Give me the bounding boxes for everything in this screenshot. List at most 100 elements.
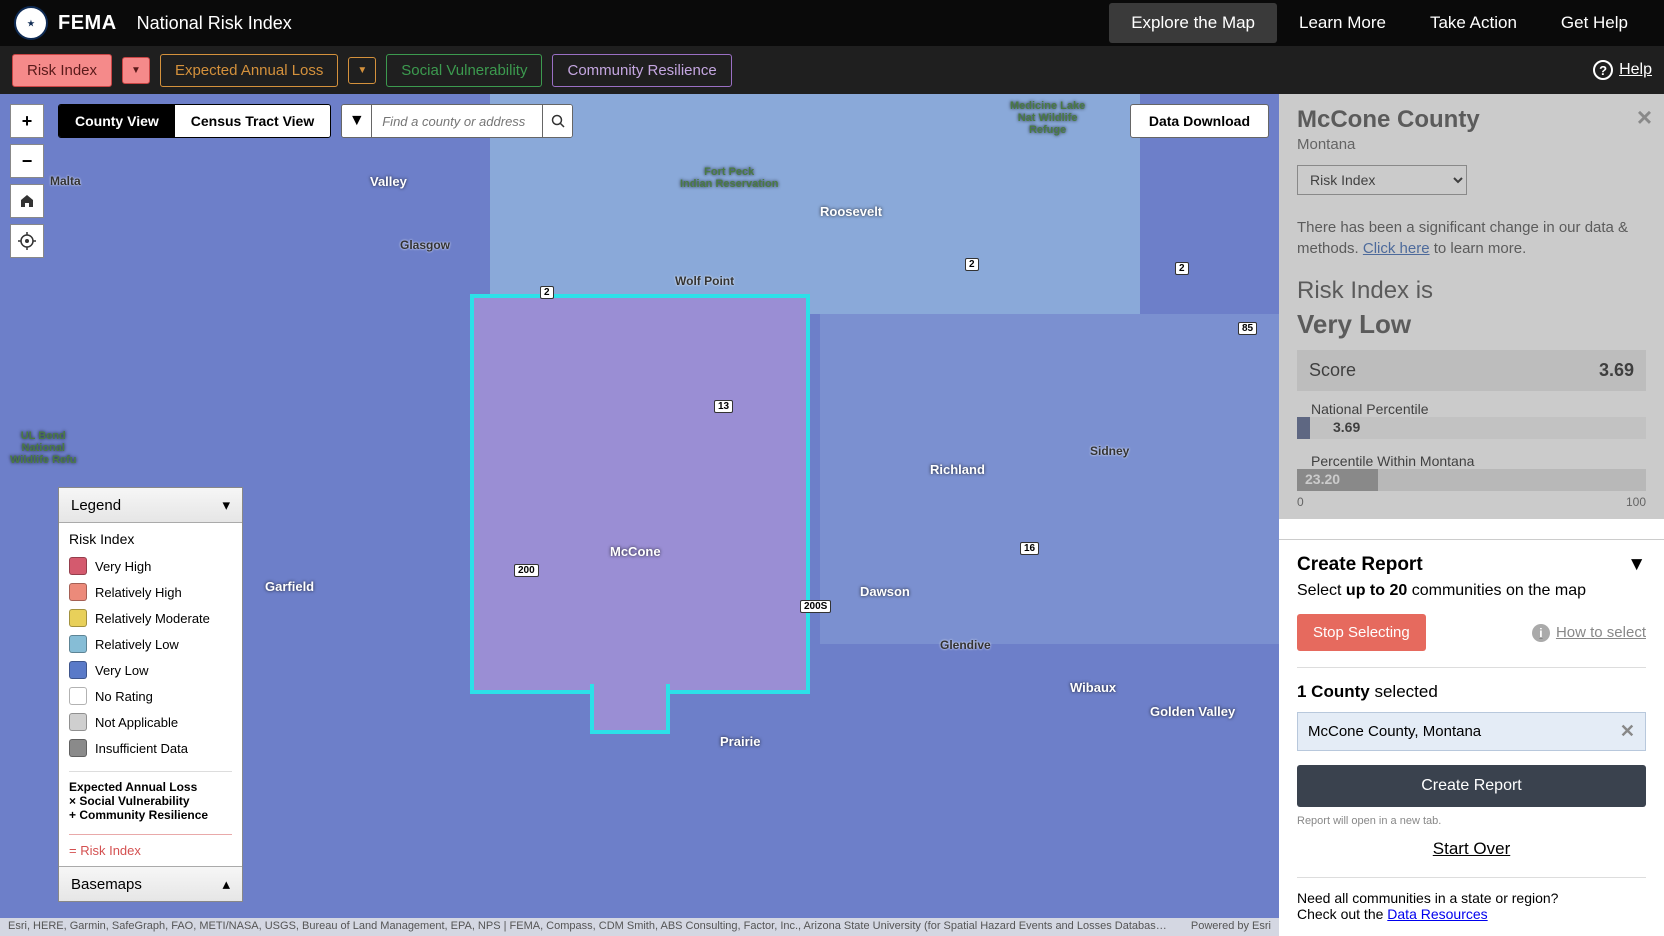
selected-county-shape[interactable] [470,294,810,694]
filter-eal-dropdown[interactable]: ▼ [348,57,376,84]
route-badge: 16 [1020,542,1039,555]
home-icon [19,193,35,209]
map-label: Valley [370,174,407,189]
route-badge: 13 [714,400,733,413]
risk-index-value: Very Low [1279,309,1664,350]
map-zoom-controls: + − [10,104,44,258]
nav-action[interactable]: Take Action [1408,3,1539,43]
score-row: Score 3.69 [1297,350,1646,391]
legend-swatch [69,687,87,705]
legend-formula-line: Expected Annual Loss [69,780,232,794]
help-text: Help [1619,61,1652,79]
legend-label: Relatively Moderate [95,611,210,626]
report-subtitle: Select up to 20 communities on the map [1297,582,1646,600]
main-area: Valley Roosevelt Richland McCone Garfiel… [0,94,1664,936]
score-value: 3.69 [1599,360,1634,381]
score-label: Score [1309,360,1356,381]
legend-label: Not Applicable [95,715,178,730]
zoom-out-button[interactable]: − [10,144,44,178]
legend-label: Very High [95,559,151,574]
nav-explore[interactable]: Explore the Map [1109,3,1277,43]
chevron-up-icon: ▴ [222,875,230,893]
basemaps-label: Basemaps [71,876,142,893]
legend-swatch [69,583,87,601]
metric-select[interactable]: Risk Index [1297,165,1467,195]
legend-body: Risk Index Very High Relatively High Relat… [59,523,242,866]
create-report-button[interactable]: Create Report [1297,765,1646,807]
legend-equals: = Risk Index [69,834,232,858]
legend-item: Insufficient Data [69,735,232,761]
route-badge: 200S [800,600,831,613]
county-view-button[interactable]: County View [59,105,175,137]
selection-count: 1 County selected [1297,682,1646,702]
map-refuge-label: UL Bend National Wildlife Refu [10,430,77,466]
how-to-select-link[interactable]: i How to select [1532,624,1646,642]
map-canvas[interactable]: Valley Roosevelt Richland McCone Garfiel… [0,94,1279,936]
notice-link[interactable]: Click here [1363,240,1430,257]
main-nav: Explore the Map Learn More Take Action G… [1109,3,1650,43]
data-download-button[interactable]: Data Download [1130,104,1269,138]
filter-risk-index-dropdown[interactable]: ▼ [122,57,150,84]
map-city-label: Glasgow [400,238,450,252]
filter-eal[interactable]: Expected Annual Loss [160,54,338,87]
search-type-dropdown[interactable]: ▼ [342,105,372,137]
legend-item: Very High [69,553,232,579]
legend-title: Legend [71,497,121,514]
zoom-in-button[interactable]: + [10,104,44,138]
filter-social-vulnerability[interactable]: Social Vulnerability [386,54,542,87]
remove-selection-button[interactable]: ✕ [1620,721,1635,742]
legend-swatch [69,713,87,731]
report-header[interactable]: Create Report ▼ [1297,554,1646,576]
stop-selecting-button[interactable]: Stop Selecting [1297,614,1426,651]
legend-item: Relatively High [69,579,232,605]
report-footer: Need all communities in a state or regio… [1297,877,1646,922]
legend-panel: Legend ▾ Risk Index Very High Relatively … [58,487,243,902]
county-title: McCone County [1297,106,1646,134]
basemaps-toggle[interactable]: Basemaps ▴ [59,866,242,901]
legend-label: Very Low [95,663,148,678]
legend-label: Insufficient Data [95,741,188,756]
sidebar-header: × McCone County Montana Risk Index [1279,94,1664,207]
legend-item: Not Applicable [69,709,232,735]
help-icon: ? [1593,60,1613,80]
legend-item: No Rating [69,683,232,709]
national-percentile-label: National Percentile [1297,391,1646,417]
help-link[interactable]: ? Help [1593,60,1652,80]
state-percentile-value: 23.20 [1305,471,1340,487]
legend-label: No Rating [95,689,153,704]
data-change-notice: There has been a significant change in o… [1279,207,1664,269]
filter-bar: Risk Index ▼ Expected Annual Loss ▼ Soci… [0,46,1664,94]
close-button[interactable]: × [1637,102,1652,133]
filter-risk-index[interactable]: Risk Index [12,54,112,87]
report-actions-row: Stop Selecting i How to select [1297,614,1646,651]
legend-header[interactable]: Legend ▾ [59,488,242,523]
legend-swatch [69,661,87,679]
map-attribution: Esri, HERE, Garmin, SafeGraph, FAO, METI… [0,918,1279,936]
state-percentile-bar: 23.20 [1297,469,1646,491]
tract-view-button[interactable]: Census Tract View [175,105,330,137]
home-extent-button[interactable] [10,184,44,218]
search-input[interactable] [372,105,542,137]
view-toggle: County View Census Tract View [58,104,331,138]
start-over-link[interactable]: Start Over [1297,839,1646,859]
attribution-right: Powered by Esri [1191,920,1271,934]
create-report-panel: Create Report ▼ Select up to 20 communit… [1279,539,1664,936]
fema-seal-icon: ★ [14,6,48,40]
selected-county-shape[interactable] [590,684,670,734]
legend-section-title: Risk Index [69,531,232,547]
search-icon [551,114,565,128]
locate-button[interactable] [10,224,44,258]
state-percentile-label: Percentile Within Montana [1297,443,1646,469]
nav-learn[interactable]: Learn More [1277,3,1408,43]
legend-item: Very Low [69,657,232,683]
data-resources-link[interactable]: Data Resources [1387,906,1487,922]
legend-swatch [69,609,87,627]
chevron-down-icon: ▾ [222,496,230,514]
route-badge: 2 [965,258,979,271]
legend-formula-line: + Community Resilience [69,808,232,822]
search-button[interactable] [542,105,572,137]
filter-community-resilience[interactable]: Community Resilience [552,54,731,87]
nav-help[interactable]: Get Help [1539,3,1650,43]
national-percentile-fill [1297,417,1310,439]
selected-community-item: McCone County, Montana ✕ [1297,712,1646,751]
